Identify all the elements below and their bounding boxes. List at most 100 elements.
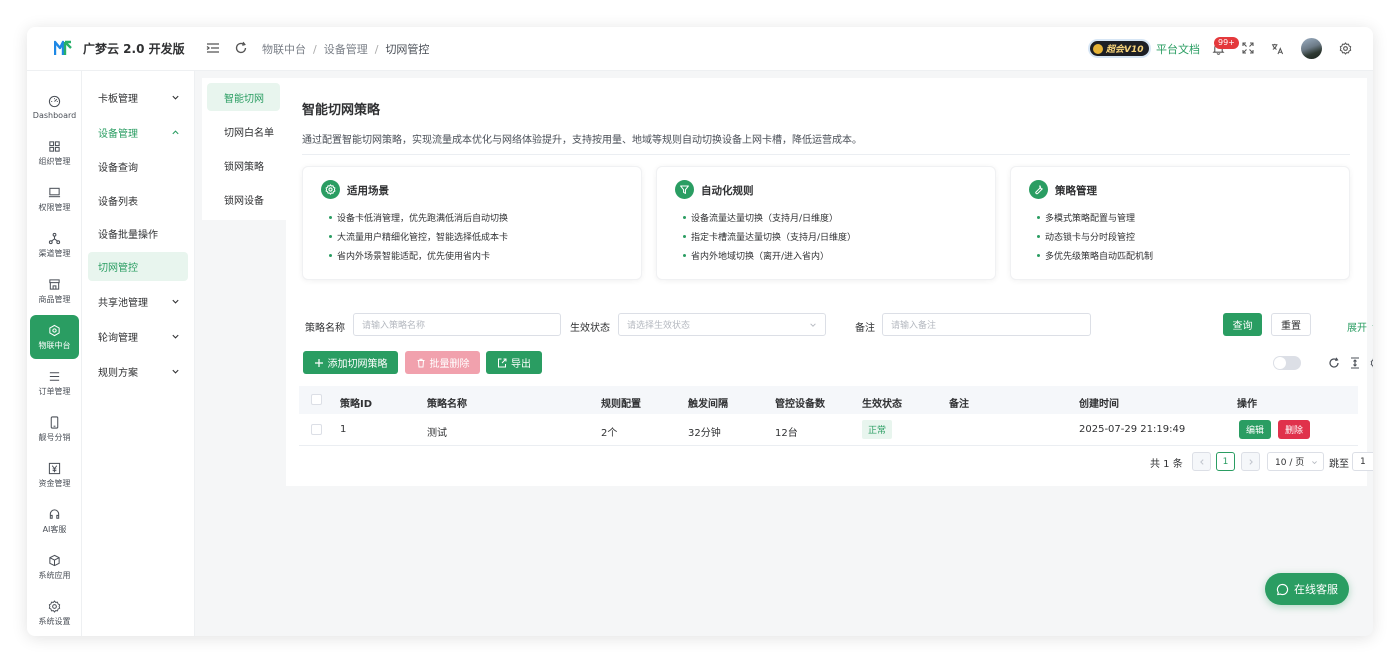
avatar[interactable] <box>1301 38 1322 59</box>
column-height-icon[interactable] <box>1349 357 1361 369</box>
rail-item-iot[interactable]: 物联中台 <box>30 315 79 359</box>
submenu-item-device-batch[interactable]: 设备批量操作 <box>88 219 188 247</box>
cell-id: 1 <box>340 424 347 435</box>
online-service-label: 在线客服 <box>1294 583 1338 596</box>
settings-gear-icon[interactable] <box>1339 42 1352 55</box>
column-header[interactable]: 管控设备数 <box>775 395 825 410</box>
tab-smart-switch[interactable]: 智能切网 <box>207 83 280 111</box>
submenu-label: 设备批量操作 <box>98 229 158 241</box>
tab-switch-whitelist[interactable]: 切网白名单 <box>207 117 280 145</box>
submenu-group-rule-plan[interactable]: 规则方案 <box>88 357 188 385</box>
trash-icon <box>417 358 424 367</box>
translate-icon[interactable] <box>1271 42 1284 55</box>
menu-fold-icon[interactable] <box>206 41 220 55</box>
rail-item-dashboard[interactable]: Dashboard <box>30 85 79 129</box>
rail-item-label: 系统应用 <box>38 570 71 580</box>
status-select-placeholder: 请选择生效状态 <box>627 321 691 331</box>
delete-button[interactable]: 删除 <box>1278 420 1311 439</box>
column-header[interactable]: 生效状态 <box>862 395 902 410</box>
rail-item-order[interactable]: 订单管理 <box>30 361 79 405</box>
row-checkbox[interactable] <box>311 424 322 435</box>
export-button[interactable]: 导出 <box>486 351 542 374</box>
column-header[interactable]: 规则配置 <box>601 395 641 410</box>
toggle-switch[interactable] <box>1273 356 1301 370</box>
column-header[interactable]: 创建时间 <box>1079 395 1119 410</box>
select-all-checkbox[interactable] <box>311 394 322 405</box>
submenu-label: 规则方案 <box>98 367 138 379</box>
card-icon-wrap <box>321 180 340 199</box>
refresh-icon[interactable] <box>234 41 248 55</box>
primary-nav-rail: Dashboard 组织管理 权限管理 渠道管理 商品管理 物联中台 订单管理 <box>27 71 82 636</box>
page-number-current[interactable]: 1 <box>1216 452 1235 471</box>
card-title: 自动化规则 <box>701 185 754 197</box>
submenu-item-device-list[interactable]: 设备列表 <box>88 186 188 214</box>
tab-lock-policy[interactable]: 锁网策略 <box>207 151 280 179</box>
status-select[interactable]: 请选择生效状态 <box>618 313 826 336</box>
phone-icon <box>50 415 59 429</box>
reset-button[interactable]: 重置 <box>1271 313 1311 336</box>
divider <box>302 154 1350 155</box>
submenu-group-share-pool[interactable]: 共享池管理 <box>88 287 188 315</box>
column-header[interactable]: 触发间隔 <box>688 395 728 410</box>
yen-icon <box>48 462 61 474</box>
submenu-group-device[interactable]: 设备管理 <box>88 118 188 146</box>
rail-item-org[interactable]: 组织管理 <box>30 131 79 175</box>
edit-button[interactable]: 编辑 <box>1239 420 1272 439</box>
column-header[interactable]: 策略ID <box>340 395 372 410</box>
chevron-down-icon <box>172 299 179 304</box>
submenu-item-network-switch[interactable]: 切网管控 <box>88 252 188 281</box>
chevron-down-icon <box>172 369 179 374</box>
column-settings-icon[interactable] <box>1370 357 1373 369</box>
rail-item-fund[interactable]: 资金管理 <box>30 453 79 497</box>
prev-page-button[interactable] <box>1192 452 1211 471</box>
page-description: 通过配置智能切网策略，实现流量成本优化与网络体验提升，支持按用量、地域等规则自动… <box>302 135 862 146</box>
remark-input[interactable]: 请输入备注 <box>882 313 1091 336</box>
cell-name: 测试 <box>427 428 447 439</box>
breadcrumb-item[interactable]: 设备管理 <box>324 43 368 56</box>
card-list-item: 大流量用户精细化管控，智能选择低成本卡 <box>329 230 508 243</box>
card-list-text: 省内外场景智能适配，优先使用省内卡 <box>337 252 491 262</box>
rail-item-ai-service[interactable]: AI客服 <box>30 499 79 543</box>
submenu-group-card-board[interactable]: 卡板管理 <box>88 83 188 111</box>
rail-item-system-app[interactable]: 系统应用 <box>30 545 79 589</box>
rail-item-number[interactable]: 靓号分销 <box>30 407 79 451</box>
status-badge: 正常 <box>862 420 893 439</box>
add-policy-button[interactable]: 添加切网策略 <box>303 351 398 374</box>
submenu-group-polling[interactable]: 轮询管理 <box>88 322 188 350</box>
next-page-button[interactable] <box>1241 452 1260 471</box>
main-panel: 智能切网策略 通过配置智能切网策略，实现流量成本优化与网络体验提升，支持按用量、… <box>286 78 1373 486</box>
refresh-icon[interactable] <box>1328 357 1340 369</box>
fullscreen-icon[interactable] <box>1242 42 1254 54</box>
gear-icon <box>48 599 61 613</box>
chevron-down-icon <box>1312 461 1317 465</box>
rail-item-system-settings[interactable]: 系统设置 <box>30 591 79 635</box>
column-header[interactable]: 备注 <box>949 395 969 410</box>
online-service-button[interactable]: 在线客服 <box>1265 573 1349 605</box>
vip-badge[interactable]: 超会V10 <box>1090 41 1149 56</box>
headset-icon <box>49 508 60 519</box>
rail-item-product[interactable]: 商品管理 <box>30 269 79 313</box>
page-title: 智能切网策略 <box>302 103 381 118</box>
card-list-item: 设备卡低消管理，优先跑满低消后自动切换 <box>329 211 508 224</box>
goto-page-input[interactable]: 1 <box>1352 452 1373 471</box>
rail-item-channel[interactable]: 渠道管理 <box>30 223 79 267</box>
vip-label: 超会V10 <box>1106 45 1144 55</box>
policy-name-input[interactable]: 请输入策略名称 <box>353 313 561 336</box>
batch-delete-button[interactable]: 批量删除 <box>405 351 480 374</box>
card-list-item: 设备流量达量切换（支持月/日维度） <box>683 211 838 224</box>
search-button[interactable]: 查询 <box>1223 313 1262 336</box>
page-size-select[interactable]: 10 / 页 <box>1267 452 1324 471</box>
column-header[interactable]: 策略名称 <box>427 395 467 410</box>
card-list-item: 指定卡槽流量达量切换（支持月/日维度） <box>683 230 856 243</box>
info-card-policy-management: 策略管理 多模式策略配置与管理 动态锁卡与分时段管控 多优先级策略自动匹配机制 <box>1010 166 1350 280</box>
rail-item-permission[interactable]: 权限管理 <box>30 177 79 221</box>
tab-lock-device[interactable]: 锁网设备 <box>207 185 280 213</box>
breadcrumb-item[interactable]: 物联中台 <box>262 43 306 56</box>
docs-link[interactable]: 平台文档 <box>1156 41 1200 57</box>
submenu-item-device-query[interactable]: 设备查询 <box>88 152 188 180</box>
cube-icon <box>49 554 60 566</box>
wrench-icon <box>1035 185 1043 195</box>
page-tabs: 智能切网 切网白名单 锁网策略 锁网设备 <box>202 78 286 220</box>
expand-button[interactable]: 展开 <box>1347 319 1373 334</box>
card-list-text: 大流量用户精细化管控，智能选择低成本卡 <box>337 233 509 243</box>
